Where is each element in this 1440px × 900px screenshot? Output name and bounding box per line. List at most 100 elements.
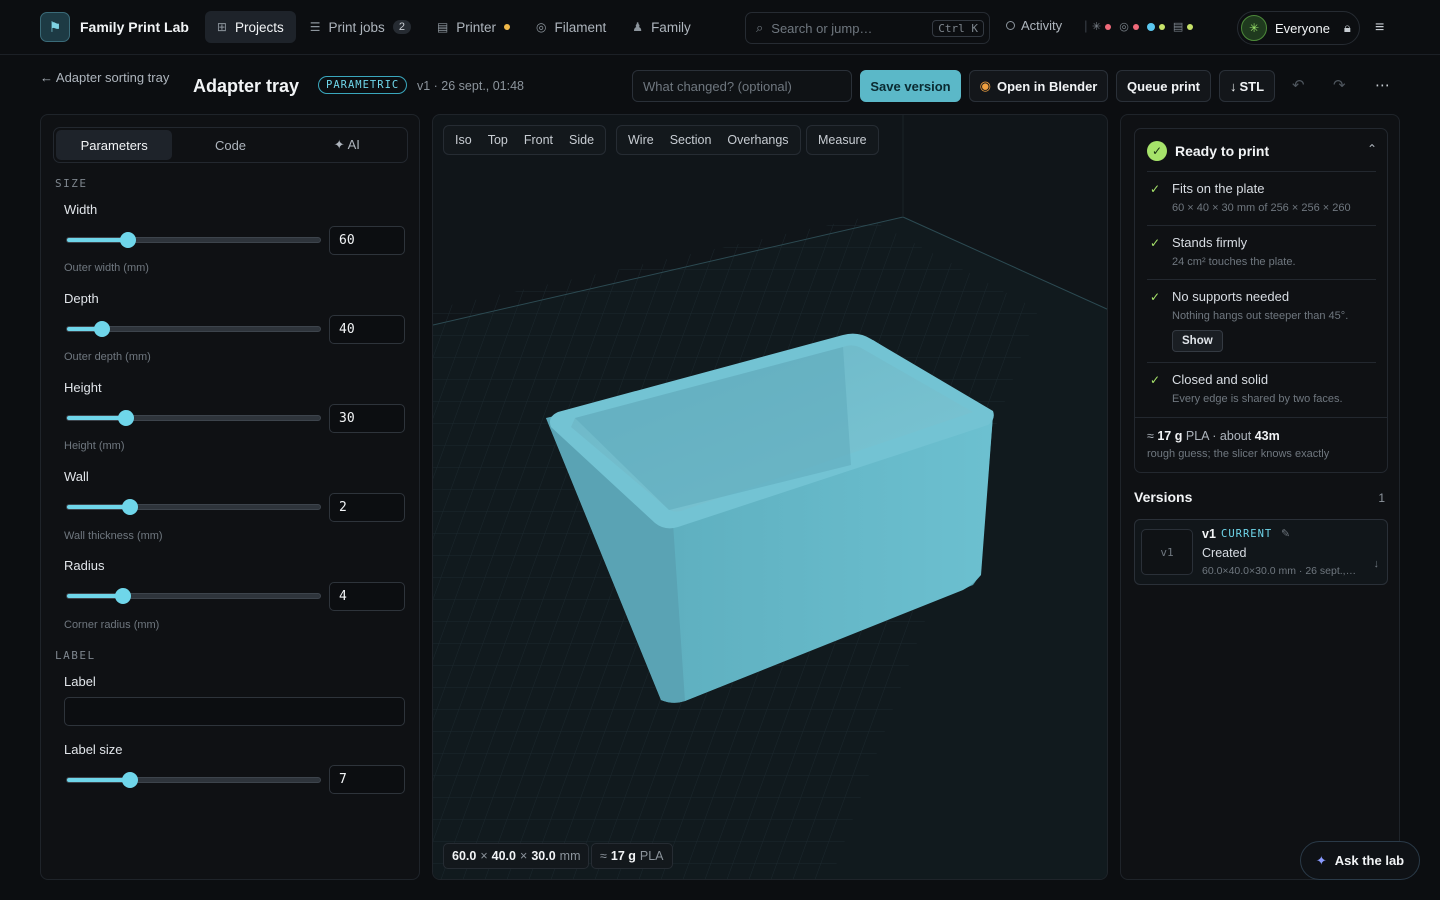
page-title: Adapter tray: [193, 76, 300, 96]
measure-toolbar: Measure: [806, 125, 879, 155]
current-badge: CURRENT: [1221, 528, 1273, 540]
slider-handle[interactable]: [94, 321, 111, 337]
tab-code[interactable]: Code: [172, 130, 288, 160]
label-text-input[interactable]: [64, 697, 405, 726]
search-input[interactable]: ⌕ Search or jump… Ctrl K: [745, 12, 990, 44]
activity-button[interactable]: Activity |: [1006, 18, 1088, 33]
readiness-header[interactable]: ✓ Ready to print: [1147, 141, 1269, 161]
estimate-prefix: ≈: [1147, 429, 1154, 443]
save-version-button[interactable]: Save version: [860, 70, 961, 102]
check-detail: Nothing hangs out steeper than 45°.: [1172, 310, 1349, 322]
section-size: SIZE: [55, 177, 88, 190]
width-label: Width: [64, 202, 98, 217]
3d-viewport[interactable]: Iso Top Front Side Wire Section Overhang…: [432, 114, 1108, 880]
chevron-up-icon[interactable]: ⌃: [1367, 142, 1377, 156]
nav-family[interactable]: ♟ Family: [620, 11, 703, 43]
label-text-label: Label: [64, 674, 96, 689]
spool-icon: ◎: [536, 20, 547, 34]
estimate-mid: · about: [1212, 429, 1252, 443]
panel-tabs: Parameters Code ✦ AI: [53, 127, 408, 163]
overhangs-button[interactable]: Overhangs: [719, 133, 796, 147]
slider-handle[interactable]: [122, 772, 139, 788]
check-detail: 24 cm² touches the plate.: [1172, 256, 1296, 268]
section-button[interactable]: Section: [662, 133, 720, 147]
view-top-button[interactable]: Top: [480, 133, 516, 147]
check-title: Fits on the plate: [1172, 181, 1265, 196]
check-icon: ✓: [1150, 290, 1161, 304]
radius-input[interactable]: 4: [329, 582, 405, 611]
print-estimate: ≈ 17 g PLA · about 43m rough guess; the …: [1135, 417, 1387, 473]
versions-title: Versions: [1134, 489, 1193, 505]
slider-handle[interactable]: [122, 499, 139, 515]
slider-handle[interactable]: [119, 232, 136, 248]
ask-the-lab-button[interactable]: ✦ Ask the lab: [1300, 841, 1420, 880]
tab-parameters[interactable]: Parameters: [56, 130, 173, 160]
queue-print-button[interactable]: Queue print: [1116, 70, 1211, 102]
width-input[interactable]: 60: [329, 226, 405, 255]
version-card[interactable]: v1 v1 CURRENT ✎ Created 60.0×40.0×30.0 m…: [1134, 519, 1388, 585]
tab-ai[interactable]: ✦ AI: [289, 130, 405, 160]
radius-label: Radius: [64, 558, 105, 573]
model-canvas[interactable]: [433, 115, 1108, 880]
lock-icon: 🔒︎: [1343, 20, 1351, 35]
depth-slider[interactable]: [66, 321, 321, 337]
top-bar: ⚑ Family Print Lab ⊞ Projects ☰ Print jobs…: [0, 0, 1440, 55]
printer-status-pips[interactable]: ✳ ◎ ▤: [1092, 20, 1194, 33]
wire-button[interactable]: Wire: [620, 133, 662, 147]
search-shortcut: Ctrl K: [932, 19, 984, 37]
label-size-slider[interactable]: [66, 772, 321, 788]
wall-label: Wall: [64, 469, 89, 484]
pencil-icon[interactable]: ✎: [1281, 527, 1290, 540]
label-size-label: Label size: [64, 742, 123, 757]
redo-icon[interactable]: ↷: [1333, 76, 1346, 94]
slider-handle[interactable]: [118, 410, 135, 426]
depth-input[interactable]: 40: [329, 315, 405, 344]
download-stl-button[interactable]: ↓ STL: [1219, 70, 1275, 102]
change-note-input[interactable]: [632, 70, 852, 102]
nav-projects[interactable]: ⊞ Projects: [204, 11, 296, 43]
nav-printer[interactable]: ▤ Printer: [425, 11, 522, 43]
slider-handle[interactable]: [114, 588, 131, 604]
view-front-button[interactable]: Front: [516, 133, 561, 147]
undo-icon[interactable]: ↶: [1292, 76, 1305, 94]
hamburger-menu-icon[interactable]: ≡: [1375, 19, 1391, 36]
radius-slider[interactable]: [66, 588, 321, 604]
width-slider[interactable]: [66, 232, 321, 248]
nav-filament[interactable]: ◎ Filament: [524, 11, 618, 43]
ask-label: Ask the lab: [1334, 853, 1405, 868]
app-logo-icon[interactable]: ⚑: [40, 12, 70, 42]
print-readiness-panel: ✓ Ready to print ⌃ ✓ Fits on the plate 60 ×…: [1120, 114, 1400, 880]
nav-label: Family: [651, 19, 691, 35]
mass-readout: ≈17 g PLA: [591, 843, 673, 869]
wall-input[interactable]: 2: [329, 493, 405, 522]
dimensions-readout: 60.0 × 40.0 × 30.0 mm: [443, 843, 590, 869]
download-icon[interactable]: ↓: [1374, 558, 1380, 570]
readiness-card: ✓ Ready to print ⌃ ✓ Fits on the plate 60 ×…: [1134, 128, 1388, 473]
check-detail: 60 × 40 × 30 mm of 256 × 256 × 260: [1172, 202, 1351, 214]
show-overhangs-button[interactable]: Show: [1172, 330, 1223, 352]
view-iso-button[interactable]: Iso: [447, 133, 480, 147]
list-icon: ☰: [309, 20, 321, 34]
nav-label: Projects: [234, 19, 284, 35]
more-icon[interactable]: ⋯: [1375, 76, 1390, 94]
app-name: Family Print Lab: [80, 19, 189, 35]
view-side-button[interactable]: Side: [561, 133, 602, 147]
check-item: ✓ Stands firmly 24 cm² touches the plate.: [1147, 225, 1376, 279]
height-input[interactable]: 30: [329, 404, 405, 433]
check-item: ✓ No supports needed Nothing hangs out ste…: [1147, 279, 1376, 362]
people-icon: ♟: [632, 20, 644, 34]
nav-print-jobs[interactable]: ☰ Print jobs 2: [298, 11, 423, 43]
estimate-time: 43m: [1254, 429, 1280, 443]
activity-label: Activity: [1021, 18, 1063, 33]
check-icon: ✓: [1150, 373, 1161, 387]
open-in-blender-button[interactable]: ◉ Open in Blender: [969, 70, 1108, 102]
check-icon: ✓: [1150, 182, 1161, 196]
wall-slider[interactable]: [66, 499, 321, 515]
profile-switcher[interactable]: ✳ Everyone 🔒︎: [1237, 11, 1360, 45]
back-link[interactable]: ← Adapter sorting tray: [40, 70, 169, 85]
height-slider[interactable]: [66, 410, 321, 426]
width-hint: Outer width (mm): [64, 262, 149, 274]
label-size-input[interactable]: 7: [329, 765, 405, 794]
measure-button[interactable]: Measure: [810, 133, 875, 147]
check-item: ✓ Fits on the plate 60 × 40 × 30 mm of 256…: [1147, 171, 1376, 225]
